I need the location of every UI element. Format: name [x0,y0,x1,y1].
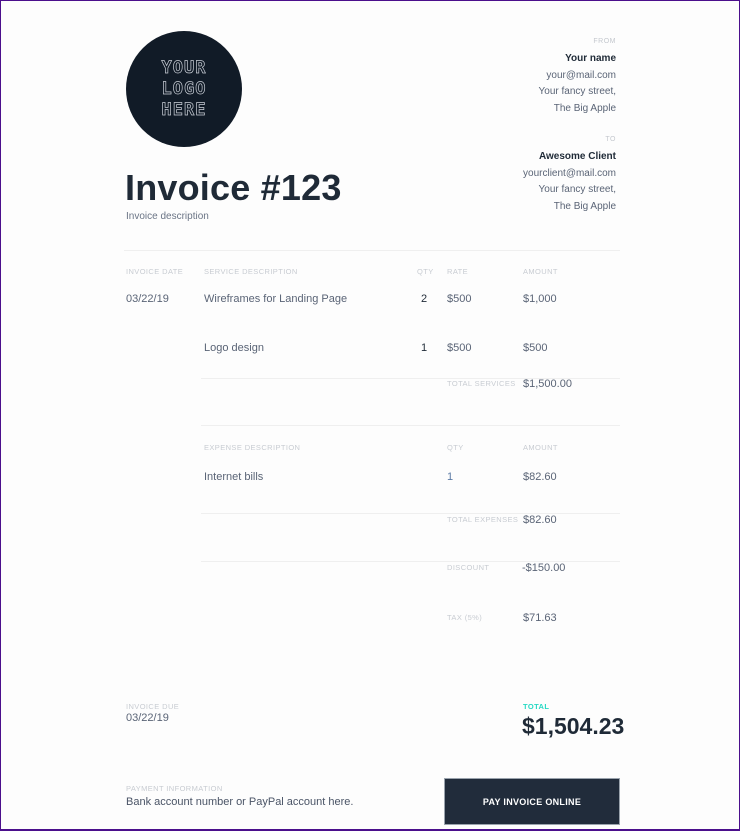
from-street: Your fancy street, [538,86,616,97]
divider [201,513,620,514]
expense-description: Internet bills [204,471,264,483]
service-description: Wireframes for Landing Page [204,293,348,305]
divider [124,250,620,251]
service-qty: 1 [421,342,428,354]
service-rate: $500 [447,342,472,354]
service-amount: $500 [523,342,548,354]
discount-value: -$150.00 [522,562,566,574]
from-address: FROM Your name your@mail.com Your fancy … [539,36,616,117]
header-service-description: SERVICE DESCRIPTION [204,267,298,276]
from-email: your@mail.com [546,69,616,81]
service-amount: $1,000 [523,293,557,305]
tax-label: TAX (5%) [447,613,483,622]
logo-text-line: HERE [161,99,207,120]
header-invoice-date: INVOICE DATE [126,267,184,276]
service-rate: $500 [447,293,472,305]
payment-info-label: PAYMENT INFORMATION [126,784,223,793]
header-expense-description: EXPENSE DESCRIPTION [204,443,301,452]
from-city: The Big Apple [553,102,616,114]
expense-qty: 1 [447,471,454,483]
discount-label: DISCOUNT [447,563,490,572]
total-expenses-label: TOTAL EXPENSES [447,515,519,524]
header-rate: RATE [447,267,469,276]
total-expenses-value: $82.60 [523,514,557,526]
to-address: TO Awesome Client yourclient@mail.com Yo… [523,134,616,215]
invoice-date: 03/22/19 [126,293,169,305]
total-value: $1,504.23 [522,713,625,739]
header-qty: QTY [417,267,434,276]
to-email: yourclient@mail.com [523,167,616,179]
service-description: Logo design [204,342,264,354]
total-services-value: $1,500.00 [523,378,572,390]
expense-amount: $82.60 [523,471,557,483]
divider [201,425,620,426]
company-logo: YOUR LOGO HERE [126,31,242,147]
service-qty: 2 [421,293,428,305]
tax-value: $71.63 [523,612,557,624]
invoice-due-label: INVOICE DUE [126,702,180,711]
to-label: TO [605,136,616,143]
pay-invoice-online-button[interactable]: PAY INVOICE ONLINE [444,778,620,825]
header-amount: AMOUNT [523,267,558,276]
logo-text-line: LOGO [161,78,207,99]
invoice-title: Invoice #123 [125,167,342,208]
invoice-description: Invoice description [126,211,209,222]
to-city: The Big Apple [553,200,616,212]
to-name: Awesome Client [538,151,616,162]
header-expense-amount: AMOUNT [523,443,558,452]
to-street: Your fancy street, [538,184,616,195]
total-services-label: TOTAL SERVICES [447,379,516,388]
from-name: Your name [565,53,616,64]
total-label: TOTAL [523,702,550,711]
logo-text-line: YOUR [161,57,207,78]
from-label: FROM [593,38,616,45]
invoice-due-value: 03/22/19 [126,712,169,724]
header-expense-qty: QTY [447,443,464,452]
payment-info-text: Bank account number or PayPal account he… [126,796,354,808]
